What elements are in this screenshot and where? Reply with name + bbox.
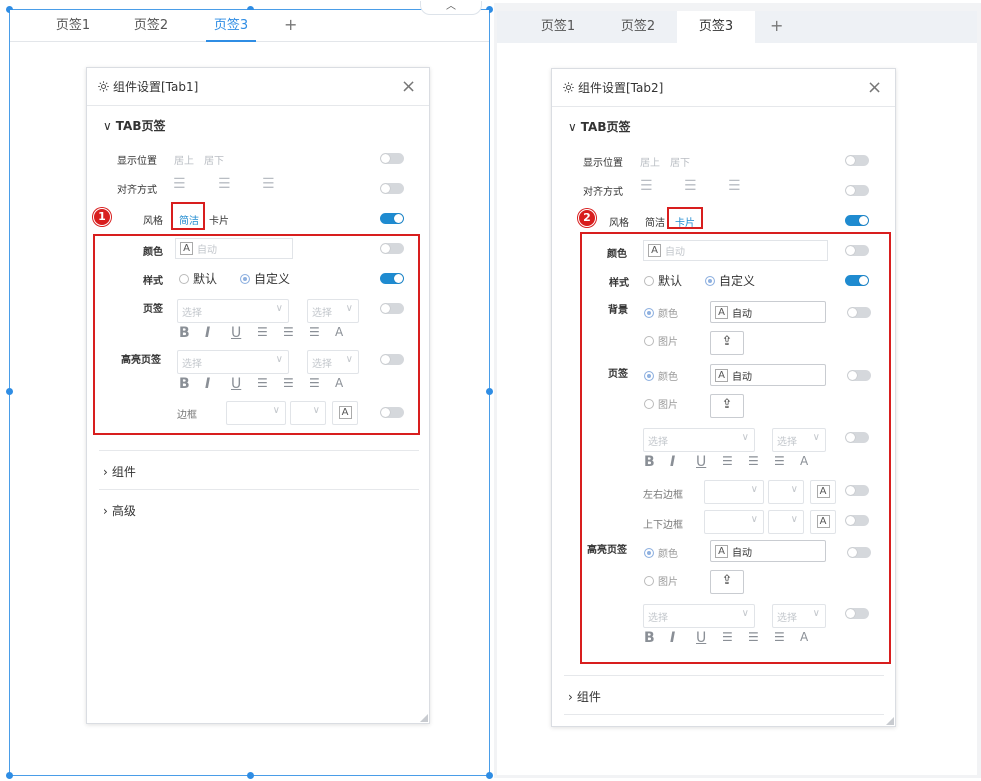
tab-2[interactable]: 页签2 <box>613 11 663 43</box>
position-toggle[interactable] <box>380 153 404 164</box>
resize-grip-icon[interactable] <box>886 717 894 725</box>
position-label: 显示位置 <box>117 156 157 167</box>
tab-3[interactable]: 页签3 <box>206 10 256 42</box>
chevron-right-icon: › <box>103 503 108 518</box>
resize-handle[interactable] <box>486 388 493 395</box>
step-badge: 2 <box>578 209 596 227</box>
position-bottom[interactable]: 居下 <box>670 154 690 169</box>
panel-title: 组件设置[Tab1] <box>97 78 198 95</box>
position-label: 显示位置 <box>583 158 623 169</box>
position-bottom[interactable]: 居下 <box>204 152 224 167</box>
highlight-box <box>93 234 420 435</box>
add-tab-icon[interactable]: + <box>284 10 297 42</box>
align-right-icon[interactable]: ☰ <box>728 178 741 194</box>
position-toggle[interactable] <box>845 155 869 166</box>
tab-3[interactable]: 页签3 <box>677 11 755 43</box>
style-label: 风格 <box>609 218 629 229</box>
resize-handle[interactable] <box>6 388 13 395</box>
align-label: 对齐方式 <box>117 185 157 196</box>
section-component[interactable]: › 组件 <box>103 463 136 480</box>
section-component[interactable]: › 组件 <box>568 688 601 705</box>
tab-bar-left: 页签1 页签2 页签3 + <box>10 10 489 42</box>
tab-1[interactable]: 页签1 <box>533 11 583 43</box>
panel-title: 组件设置[Tab2] <box>562 79 663 96</box>
style-card[interactable]: 卡片 <box>209 212 229 227</box>
gear-icon <box>98 81 109 92</box>
tab-2[interactable]: 页签2 <box>126 10 176 42</box>
chevron-right-icon: › <box>568 689 573 704</box>
position-top[interactable]: 居上 <box>174 152 194 167</box>
resize-grip-icon[interactable] <box>420 714 428 722</box>
resize-handle[interactable] <box>486 772 493 779</box>
style-simple[interactable]: 简洁 <box>645 214 665 229</box>
add-tab-icon[interactable]: + <box>770 11 783 43</box>
align-right-icon[interactable]: ☰ <box>262 176 275 192</box>
tab-1[interactable]: 页签1 <box>48 10 98 42</box>
close-icon[interactable]: × <box>401 78 416 96</box>
highlight-box <box>667 207 703 229</box>
step-badge: 1 <box>93 208 111 226</box>
align-toggle[interactable] <box>845 185 869 196</box>
collapse-icon[interactable]: ︿ <box>420 1 482 15</box>
close-icon[interactable]: × <box>867 79 882 97</box>
section-tab[interactable]: ∨ TAB页签 <box>103 117 166 134</box>
resize-handle[interactable] <box>6 772 13 779</box>
resize-handle[interactable] <box>247 772 254 779</box>
style-label: 风格 <box>143 216 163 227</box>
highlight-box <box>580 232 891 664</box>
align-center-icon[interactable]: ☰ <box>218 176 231 192</box>
align-left-icon[interactable]: ☰ <box>640 178 653 194</box>
style-toggle[interactable] <box>380 213 404 224</box>
tab-bar-right: 页签1 页签2 页签3 + <box>497 11 977 43</box>
align-center-icon[interactable]: ☰ <box>684 178 697 194</box>
align-toggle[interactable] <box>380 183 404 194</box>
align-left-icon[interactable]: ☰ <box>173 176 186 192</box>
section-tab[interactable]: ∨ TAB页签 <box>568 118 631 135</box>
section-advanced[interactable]: › 高级 <box>103 502 136 519</box>
gear-icon <box>563 82 574 93</box>
chevron-down-icon: ∨ <box>103 118 112 133</box>
chevron-down-icon: ∨ <box>568 119 577 134</box>
style-toggle[interactable] <box>845 215 869 226</box>
position-top[interactable]: 居上 <box>640 154 660 169</box>
align-label: 对齐方式 <box>583 187 623 198</box>
chevron-right-icon: › <box>103 464 108 479</box>
highlight-box <box>171 202 205 230</box>
